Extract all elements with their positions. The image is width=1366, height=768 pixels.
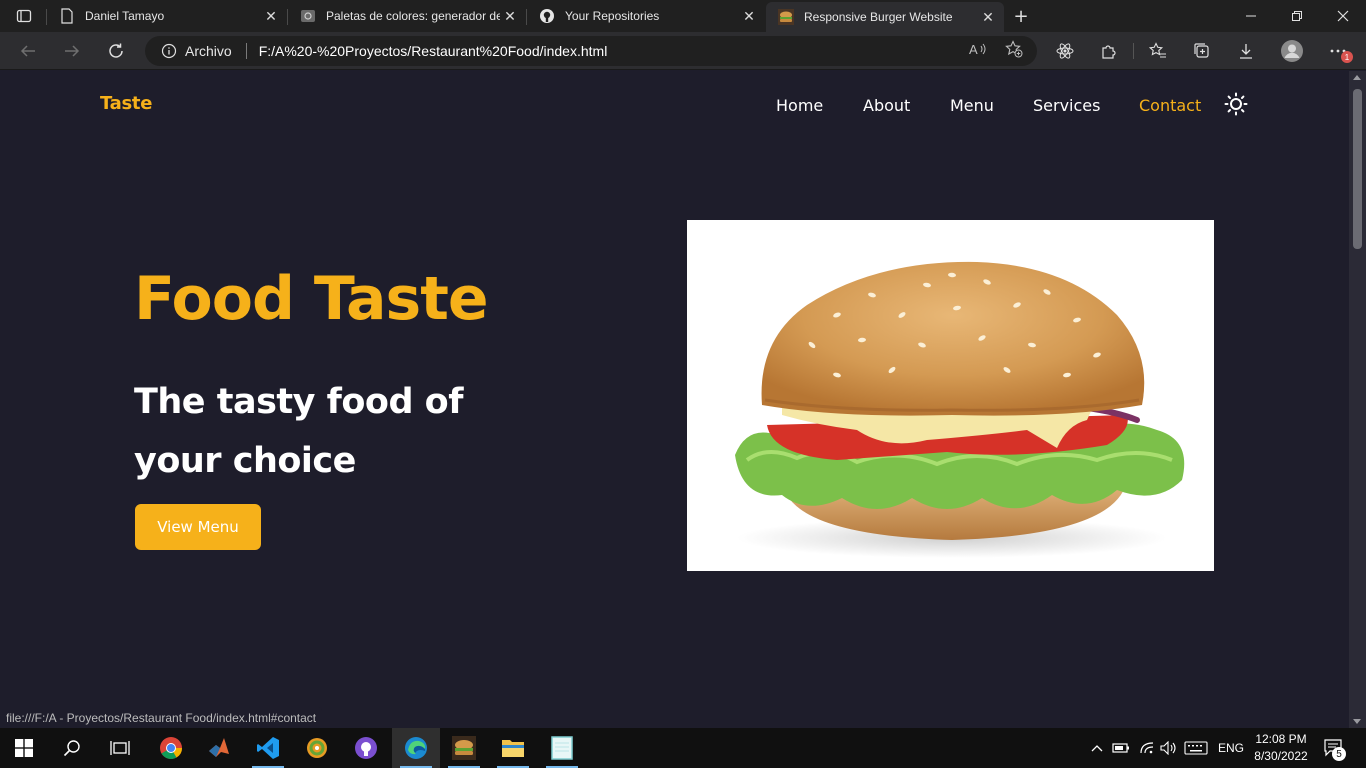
chevron-up-icon[interactable]: [1088, 728, 1106, 768]
forward-arrow-icon[interactable]: [58, 37, 86, 65]
react-devtools-icon[interactable]: [1055, 41, 1075, 61]
address-bar[interactable]: Archivo F:/A%20-%20Proyectos/Restaurant%…: [145, 36, 1037, 66]
status-bar-url: file:///F:/A - Proyectos/Restaurant Food…: [0, 707, 323, 728]
close-icon[interactable]: ✕: [500, 6, 520, 26]
github-desktop-icon[interactable]: [342, 728, 390, 768]
search-icon[interactable]: [48, 728, 96, 768]
collections-icon[interactable]: [1192, 41, 1212, 61]
hero-subtitle-line: your choice: [134, 441, 356, 481]
tab-responsive-burger[interactable]: Responsive Burger Website ✕: [766, 2, 1004, 32]
close-icon[interactable]: ✕: [261, 6, 281, 26]
hero-title: Food Taste: [134, 264, 489, 334]
tab-strip: Daniel Tamayo ✕ Paletas de colores: gene…: [0, 0, 1366, 32]
page-scrollbar[interactable]: [1349, 71, 1366, 728]
close-window-icon[interactable]: [1320, 0, 1366, 32]
hero-subtitle-line: The tasty food of: [134, 382, 463, 422]
sun-icon[interactable]: [1224, 92, 1248, 116]
scroll-down-icon[interactable]: [1353, 719, 1361, 724]
burger-image: [687, 220, 1214, 571]
github-icon: [539, 8, 555, 24]
tab-daniel-tamayo[interactable]: Daniel Tamayo ✕: [47, 0, 287, 32]
notification-count-badge: 5: [1332, 747, 1346, 761]
notepad-icon[interactable]: [538, 728, 586, 768]
page-viewport: Taste Home About Menu Services Contact F…: [0, 71, 1349, 728]
info-icon[interactable]: [161, 43, 177, 59]
address-divider: [245, 43, 247, 59]
nav-about[interactable]: About: [863, 96, 910, 115]
tab-title: Daniel Tamayo: [85, 9, 165, 23]
edge-icon[interactable]: [392, 728, 440, 768]
file-explorer-icon[interactable]: [489, 728, 537, 768]
refresh-icon[interactable]: [102, 37, 130, 65]
keyboard-icon[interactable]: [1182, 728, 1210, 768]
tab-actions-icon[interactable]: [10, 6, 38, 26]
toolbar-separator: [1133, 43, 1134, 59]
site-info-label[interactable]: Archivo: [185, 43, 232, 59]
svg-text:A: A: [969, 42, 978, 57]
downloads-icon[interactable]: [1236, 41, 1256, 61]
add-favorite-icon[interactable]: [1004, 39, 1024, 59]
language-indicator[interactable]: ENG: [1214, 728, 1248, 768]
matlab-icon[interactable]: [195, 728, 243, 768]
notification-badge: 1: [1341, 51, 1353, 63]
tab-paletas[interactable]: Paletas de colores: generador de ✕: [288, 0, 526, 32]
view-menu-button[interactable]: View Menu: [135, 504, 261, 550]
app-icon[interactable]: [293, 728, 341, 768]
tab-title: Paletas de colores: generador de: [326, 9, 500, 23]
volume-icon[interactable]: [1158, 728, 1180, 768]
vscode-icon[interactable]: [244, 728, 292, 768]
address-url[interactable]: F:/A%20-%20Proyectos/Restaurant%20Food/i…: [259, 43, 608, 59]
scroll-up-icon[interactable]: [1353, 75, 1361, 80]
page-icon: [59, 8, 75, 24]
tab-title: Responsive Burger Website: [804, 10, 953, 24]
hero-subtitle: The tasty food of your choice: [134, 373, 494, 491]
burger-image-icon[interactable]: [440, 728, 488, 768]
minimize-icon[interactable]: [1228, 0, 1274, 32]
restore-icon[interactable]: [1274, 0, 1320, 32]
nav-contact[interactable]: Contact: [1139, 96, 1201, 115]
extensions-icon[interactable]: [1099, 41, 1119, 61]
browser-toolbar: Archivo F:/A%20-%20Proyectos/Restaurant%…: [0, 32, 1366, 70]
nav-home[interactable]: Home: [776, 96, 823, 115]
close-icon[interactable]: ✕: [739, 6, 759, 26]
read-aloud-icon[interactable]: A: [968, 39, 988, 59]
burger-favicon: [778, 9, 794, 25]
close-icon[interactable]: ✕: [978, 7, 998, 27]
task-view-icon[interactable]: [96, 728, 144, 768]
windows-start-icon[interactable]: [0, 728, 48, 768]
clock-date: 8/30/2022: [1254, 749, 1308, 763]
clock-time: 12:08 PM: [1255, 732, 1307, 746]
site-logo[interactable]: Taste: [100, 93, 152, 114]
battery-icon[interactable]: [1110, 728, 1132, 768]
back-arrow-icon[interactable]: [14, 37, 42, 65]
scroll-thumb[interactable]: [1353, 89, 1362, 249]
chrome-icon[interactable]: [147, 728, 195, 768]
system-clock[interactable]: 12:08 PM 8/30/2022: [1250, 731, 1312, 765]
new-tab-icon[interactable]: +: [1010, 5, 1032, 27]
tab-title: Your Repositories: [565, 9, 660, 23]
palette-site-icon: [300, 8, 316, 24]
tab-your-repositories[interactable]: Your Repositories ✕: [527, 0, 765, 32]
windows-taskbar: ENG 12:08 PM 8/30/2022 5: [0, 728, 1366, 768]
wifi-icon[interactable]: [1136, 728, 1158, 768]
favorites-icon[interactable]: [1148, 41, 1168, 61]
nav-menu[interactable]: Menu: [950, 96, 994, 115]
profile-avatar[interactable]: [1280, 39, 1304, 63]
nav-services[interactable]: Services: [1033, 96, 1100, 115]
